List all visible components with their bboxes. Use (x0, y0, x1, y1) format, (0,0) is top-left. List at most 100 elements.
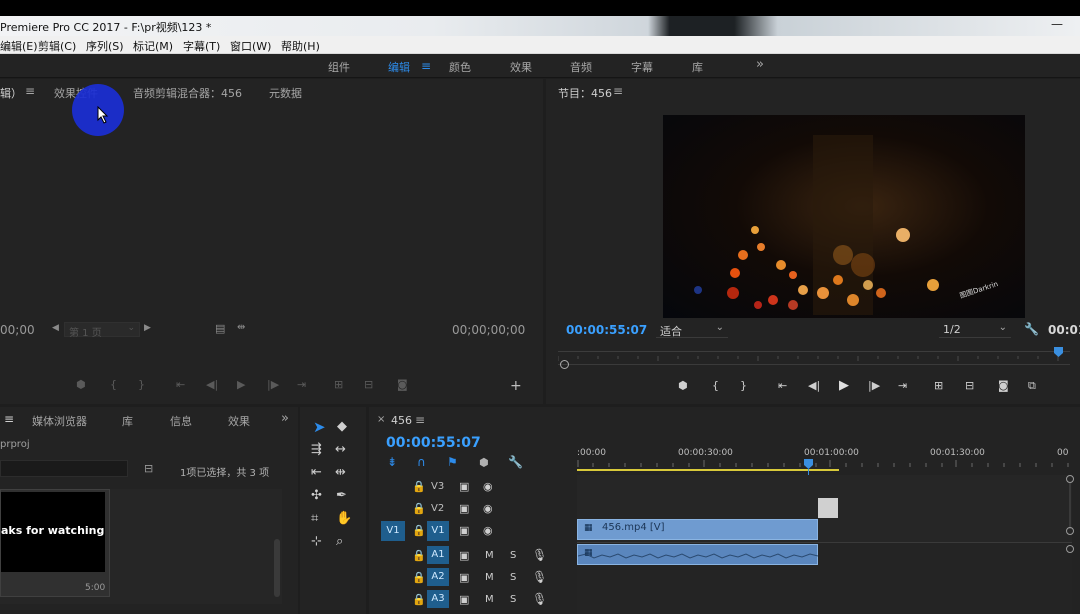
panel-menu-icon[interactable]: ≡ (415, 413, 425, 427)
microphone-icon[interactable]: 🎙 (532, 593, 547, 605)
export-frame-icon[interactable]: ◙ (397, 379, 408, 390)
step-forward-icon[interactable]: |▶ (267, 379, 279, 390)
track-label-v2[interactable]: V2 (431, 503, 444, 514)
eye-icon[interactable]: ◉ (483, 481, 493, 492)
step-back-icon[interactable]: ◀| (206, 379, 218, 390)
sync-lock-icon[interactable]: ▣ (459, 594, 469, 605)
rolling-edit-tool-icon[interactable]: ✣ (311, 489, 322, 502)
mute-button[interactable]: M (485, 572, 494, 583)
video-scroll-handle[interactable] (1066, 527, 1074, 535)
minimize-button[interactable]: — (1046, 18, 1068, 32)
program-time-ruler[interactable] (557, 351, 1070, 361)
panel-menu-icon[interactable]: ≡ (4, 412, 14, 426)
workspace-tab-audio[interactable]: 音频 (570, 59, 592, 75)
rate-stretch-tool-icon[interactable]: ⌗ (311, 512, 318, 525)
menu-marker[interactable]: 标记(M) (133, 38, 173, 54)
sync-lock-icon[interactable]: ▣ (459, 572, 469, 583)
next-page-icon[interactable]: ▶ (144, 324, 151, 333)
go-to-out-icon[interactable]: ⇥ (297, 379, 306, 390)
clip-thumbnail-card[interactable]: aks for watching 5:00 (0, 489, 110, 597)
track-label-v1[interactable]: V1 (427, 521, 449, 541)
close-sequence-icon[interactable]: × (377, 414, 385, 425)
solo-button[interactable]: S (510, 594, 516, 605)
project-scrollbar[interactable] (274, 539, 280, 597)
microphone-icon[interactable]: 🎙 (532, 571, 547, 583)
export-frame-icon[interactable]: ◙ (998, 380, 1009, 391)
lock-icon[interactable]: 🔒 (412, 572, 426, 583)
solo-button[interactable]: S (510, 572, 516, 583)
sync-lock-icon[interactable]: ▣ (459, 481, 469, 492)
safe-margins-icon[interactable]: ▤ (215, 323, 225, 334)
zoom-tool-icon[interactable]: ⌕ (336, 535, 343, 548)
eye-icon[interactable]: ◉ (483, 525, 493, 536)
track-label-a2[interactable]: A2 (427, 568, 449, 586)
extract-icon[interactable]: ⊟ (965, 380, 974, 391)
tab-media-browser[interactable]: 媒体浏览器 (32, 413, 87, 429)
sequence-tab[interactable]: 456 (391, 414, 412, 427)
slip-tool-icon[interactable]: ↔ (335, 443, 346, 456)
lock-icon[interactable]: 🔒 (412, 550, 426, 561)
page-select[interactable]: 第 1 页 ⌄ (64, 322, 140, 339)
eye-icon[interactable]: ◉ (483, 503, 493, 514)
panel-menu-icon[interactable]: ≡ (25, 84, 35, 98)
sync-lock-icon[interactable]: ▣ (459, 525, 469, 536)
step-forward-icon[interactable]: |▶ (868, 380, 880, 391)
workspace-tab-editing[interactable]: 编辑 (388, 59, 410, 75)
mark-in-icon[interactable]: { (110, 379, 117, 390)
menu-clip[interactable]: 剪辑(C) (38, 38, 76, 54)
work-area-bar[interactable] (577, 469, 839, 471)
menu-sequence[interactable]: 序列(S) (86, 38, 124, 54)
menu-help[interactable]: 帮助(H) (281, 38, 320, 54)
more-panels-icon[interactable]: » (281, 411, 289, 426)
lock-icon[interactable]: 🔒 (412, 481, 426, 492)
comparison-view-icon[interactable]: ⧉ (1028, 380, 1036, 391)
mute-button[interactable]: M (485, 594, 494, 605)
mute-button[interactable]: M (485, 550, 494, 561)
source-patch-v1[interactable]: V1 (381, 521, 405, 541)
tab-libraries[interactable]: 库 (122, 413, 133, 429)
menu-title[interactable]: 字幕(T) (183, 38, 220, 54)
zoom-scrollbar-handle[interactable] (560, 360, 569, 369)
insert-clip-icon[interactable]: ⊞ (334, 379, 343, 390)
pen-tool-icon[interactable]: ✒ (336, 489, 347, 502)
snap-icon[interactable]: ∩ (417, 456, 426, 468)
tab-source-editing[interactable]: 辑） (0, 85, 22, 101)
go-to-in-icon[interactable]: ⇤ (778, 380, 787, 391)
wrench-icon[interactable]: 🔧 (1024, 323, 1039, 335)
lock-icon[interactable]: 🔒 (412, 503, 426, 514)
play-icon[interactable]: ▶ (237, 379, 245, 390)
zoom-scrollbar[interactable] (558, 364, 1070, 365)
program-timecode[interactable]: 00:00:55:07 (566, 323, 647, 337)
razor-tool-icon[interactable]: ◆ (337, 420, 347, 433)
hand-tool-icon[interactable]: ✋ (336, 512, 352, 525)
video-scroll-handle[interactable] (1066, 475, 1074, 483)
workspace-tab-effects[interactable]: 效果 (510, 59, 532, 75)
prev-page-icon[interactable]: ◀ (52, 324, 59, 333)
linked-selection-icon[interactable]: ⚑ (447, 456, 458, 468)
tab-audio-clip-mixer[interactable]: 音频剪辑混合器：456 (133, 85, 242, 101)
mark-out-icon[interactable]: } (138, 379, 145, 390)
add-marker-icon[interactable]: ⬢ (479, 457, 489, 468)
track-label-a1[interactable]: A1 (427, 546, 449, 564)
ripple-edit-tool-icon[interactable]: ⇤ (311, 466, 322, 479)
insert-icon[interactable]: ⇹ (237, 323, 245, 333)
timeline-timecode[interactable]: 00:00:55:07 (386, 435, 481, 451)
tab-metadata[interactable]: 元数据 (269, 85, 302, 101)
menu-window[interactable]: 窗口(W) (230, 38, 271, 54)
overwrite-clip-icon[interactable]: ⊟ (364, 379, 373, 390)
mark-in-icon[interactable]: { (712, 380, 719, 391)
menu-edit[interactable]: 编辑(E) (0, 38, 38, 54)
go-to-in-icon[interactable]: ⇤ (176, 379, 185, 390)
workspace-tab-assembly[interactable]: 组件 (328, 59, 350, 75)
workspace-menu-icon[interactable]: ≡ (421, 59, 431, 73)
solo-button[interactable]: S (510, 550, 516, 561)
add-marker-icon[interactable]: ⬢ (678, 380, 688, 391)
slide-tool-icon[interactable]: ⇹ (335, 466, 346, 479)
add-button-icon[interactable]: + (510, 379, 522, 393)
program-title[interactable]: 节目：456 (558, 85, 612, 101)
microphone-icon[interactable]: 🎙 (532, 549, 547, 561)
track-label-a3[interactable]: A3 (427, 590, 449, 608)
go-to-out-icon[interactable]: ⇥ (898, 380, 907, 391)
tab-info[interactable]: 信息 (170, 413, 192, 429)
workspace-tab-libraries[interactable]: 库 (692, 59, 703, 75)
